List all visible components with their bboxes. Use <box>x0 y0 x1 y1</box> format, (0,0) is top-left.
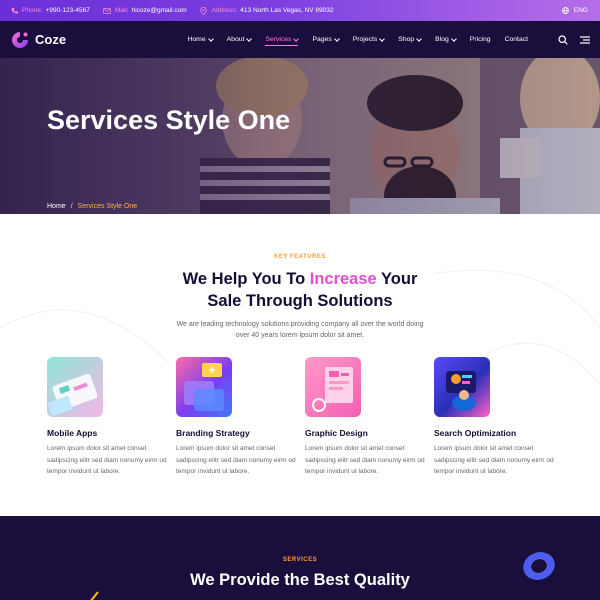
card-text: Lorem ipsum dolor sit amet conset sadips… <box>176 445 296 475</box>
address-label: Address: <box>211 7 238 14</box>
features-section: KEY FEATURES We Help You To Increase You… <box>0 214 600 516</box>
nav-home-label: Home <box>187 36 206 43</box>
breadcrumb-home[interactable]: Home <box>47 203 66 210</box>
main-header: Coze Home About Services Pages Projects … <box>0 21 600 58</box>
branding-strategy-illustration <box>176 357 232 417</box>
chevron-down-icon <box>293 35 300 42</box>
location-icon <box>200 6 208 15</box>
features-tag: KEY FEATURES <box>274 254 326 260</box>
address-value: 413 North Las Vegas, NV 89032 <box>240 7 334 14</box>
nav-projects[interactable]: Projects <box>352 33 386 46</box>
features-title: We Help You To Increase Your <box>0 268 600 290</box>
phone-value[interactable]: +990-123-4567 <box>46 7 90 14</box>
page-title: Services Style One <box>47 105 291 135</box>
features-title-part2: Your <box>376 270 418 288</box>
feature-card-graphic-design[interactable]: Graphic Design Lorem ipsum dolor sit ame… <box>305 357 430 475</box>
language-selector[interactable]: ENG <box>562 7 588 15</box>
card-text: Lorem ipsum dolor sit amet conset sadips… <box>434 445 554 475</box>
graphic-design-illustration <box>305 357 361 417</box>
page-hero: Services Style One Home / Services Style… <box>0 58 600 214</box>
chevron-down-icon <box>207 35 214 42</box>
card-title: Branding Strategy <box>176 428 250 438</box>
breadcrumb-current: Services Style One <box>77 203 138 210</box>
card-text: Lorem ipsum dolor sit amet conset sadips… <box>305 445 425 475</box>
card-title: Search Optimization <box>434 428 517 438</box>
nav-blog-label: Blog <box>435 36 449 43</box>
logo[interactable]: Coze <box>10 30 66 50</box>
card-title: Graphic Design <box>305 428 368 438</box>
nav-home[interactable]: Home <box>187 33 214 46</box>
top-info-bar: Phone: +990-123-4567 Mail: hicoze@gmail.… <box>0 0 600 21</box>
mail-label: Mail: <box>114 7 129 14</box>
mail-icon <box>103 7 111 15</box>
chevron-down-icon <box>416 35 423 42</box>
nav-services[interactable]: Services <box>265 35 300 46</box>
feature-card-branding-strategy[interactable]: Branding Strategy Lorem ipsum dolor sit … <box>176 357 301 475</box>
globe-icon <box>562 7 570 15</box>
phone-info[interactable]: Phone: +990-123-4567 <box>10 7 90 15</box>
nav-pricing-label: Pricing <box>469 36 491 43</box>
services-title: We Provide the Best Quality <box>190 571 410 589</box>
menu-icon[interactable] <box>580 35 590 44</box>
nav-shop-label: Shop <box>398 36 415 43</box>
feature-card-search-optimization[interactable]: Search Optimization Lorem ipsum dolor si… <box>434 357 559 475</box>
nav-services-label: Services <box>265 36 292 43</box>
nav-about-label: About <box>226 36 245 43</box>
features-subtitle-line1: We are leading technology solutions prov… <box>176 321 424 328</box>
breadcrumb-separator: / <box>70 203 73 210</box>
mobile-apps-illustration <box>47 357 103 417</box>
nav-blog[interactable]: Blog <box>435 33 457 46</box>
chevron-down-icon <box>333 35 340 42</box>
phone-label: Phone: <box>22 7 43 14</box>
nav-pages[interactable]: Pages <box>312 33 340 46</box>
mail-value[interactable]: hicoze@gmail.com <box>132 7 187 14</box>
nav-shop[interactable]: Shop <box>398 33 423 46</box>
header-actions <box>546 34 590 45</box>
search-optimization-illustration <box>434 357 490 417</box>
nav-contact-label: Contact <box>504 36 528 43</box>
card-title: Mobile Apps <box>47 428 98 438</box>
logo-text: Coze <box>35 32 67 47</box>
hero-overlay <box>0 58 600 214</box>
features-subtitle-line2: over 40 years lorem ipsum dolor sit amet… <box>235 332 365 339</box>
card-text: Lorem ipsum dolor sit amet conset sadips… <box>47 445 167 475</box>
chevron-down-icon <box>450 35 457 42</box>
nav-pricing[interactable]: Pricing <box>470 33 491 46</box>
services-tag: SERVICES <box>282 557 318 563</box>
services-section: SERVICES We Provide the Best Quality <box>0 516 600 600</box>
nav-projects-label: Projects <box>352 36 378 43</box>
chevron-down-icon <box>246 35 253 42</box>
address-info: Address: 413 North Las Vegas, NV 89032 <box>200 6 334 15</box>
mail-info[interactable]: Mail: hicoze@gmail.com <box>103 7 187 15</box>
features-title-part1: We Help You To <box>182 270 310 288</box>
nav-pages-label: Pages <box>312 36 332 43</box>
logo-icon <box>12 31 28 48</box>
search-icon[interactable] <box>558 34 568 45</box>
features-title-highlight: Increase <box>309 270 377 288</box>
chevron-down-icon <box>379 35 386 42</box>
main-nav: Home About Services Pages Projects Shop … <box>173 33 528 46</box>
breadcrumb: Home / Services Style One <box>47 203 137 210</box>
nav-contact[interactable]: Contact <box>505 33 528 46</box>
features-title-line2: Sale Through Solutions <box>207 292 393 310</box>
language-label[interactable]: ENG <box>574 7 588 14</box>
phone-icon <box>10 7 18 15</box>
nav-about[interactable]: About <box>226 33 253 46</box>
feature-card-mobile-apps[interactable]: Mobile Apps Lorem ipsum dolor sit amet c… <box>47 357 172 475</box>
